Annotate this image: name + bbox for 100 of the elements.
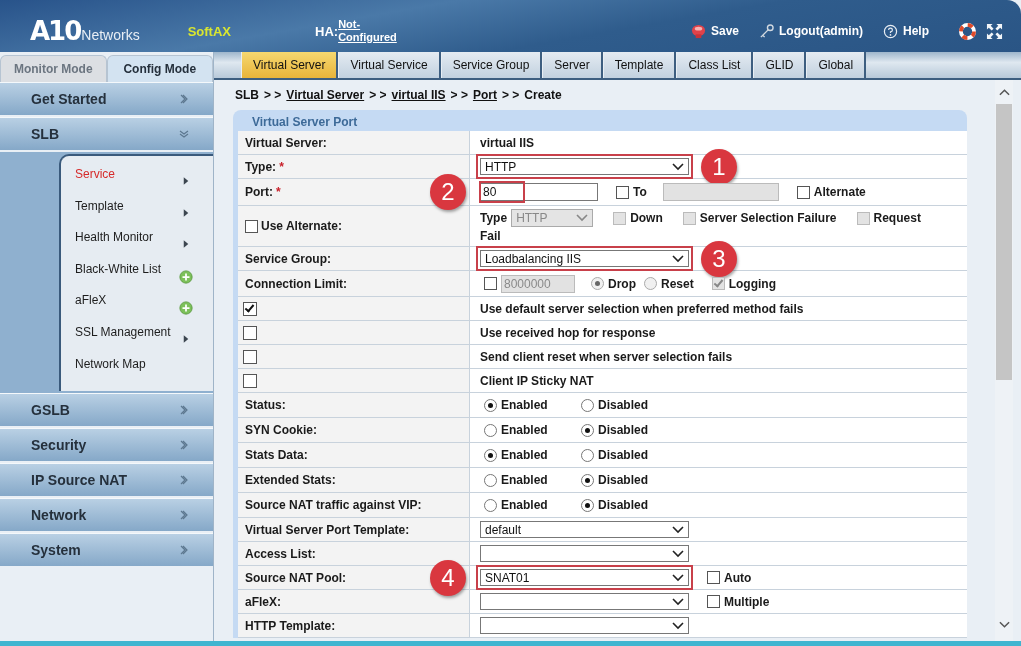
breadcrumb-separator: > > — [369, 88, 387, 102]
submenu-item[interactable]: Network Map — [75, 356, 175, 371]
tab[interactable]: Virtual Server — [241, 52, 339, 78]
ha-label: HA: — [315, 23, 339, 39]
mode-tab[interactable]: Monitor Mode — [0, 55, 107, 82]
tab[interactable]: GLID — [753, 52, 807, 78]
checkbox-label: Auto — [724, 570, 752, 585]
radio-button[interactable] — [484, 473, 497, 487]
chevron-down-icon — [179, 129, 189, 139]
fullscreen-icon[interactable] — [986, 22, 1003, 40]
radio-button[interactable] — [484, 498, 497, 512]
chevron-right-icon — [179, 94, 189, 104]
radio-button[interactable] — [484, 423, 497, 437]
submenu-item[interactable]: Health Monitor — [75, 230, 175, 245]
field-label: Access List: — [245, 546, 316, 561]
radio-label: Drop — [608, 276, 636, 291]
tab[interactable]: Class List — [676, 52, 754, 78]
checkbox[interactable] — [616, 185, 629, 199]
checkbox[interactable] — [243, 373, 257, 388]
mode-tab[interactable]: Config Mode — [106, 55, 213, 82]
tab[interactable]: Virtual Service — [338, 52, 441, 78]
caret-icon — [672, 621, 684, 630]
port-input[interactable]: 80 — [480, 183, 598, 201]
breadcrumb-link[interactable]: Port — [472, 88, 497, 102]
field-label: Status: — [245, 398, 286, 412]
radio-button[interactable] — [581, 473, 594, 487]
ha-status-link[interactable]: Not-Configured — [338, 18, 401, 44]
checkbox-label: Multiple — [724, 594, 770, 609]
checkbox[interactable] — [243, 349, 257, 364]
chevron-right-icon — [179, 545, 189, 556]
dropdown[interactable] — [480, 617, 689, 634]
chevron-right-icon — [179, 510, 189, 521]
checkbox-label: Fail — [480, 229, 502, 243]
add-icon[interactable] — [179, 269, 193, 284]
nav-item[interactable]: GSLB — [0, 393, 213, 427]
breadcrumb-separator: > > — [264, 88, 282, 102]
add-icon[interactable] — [179, 301, 193, 316]
breadcrumb-text: SLB — [235, 88, 259, 102]
checkbox[interactable] — [243, 325, 257, 340]
checkbox[interactable] — [245, 219, 258, 233]
nav-item[interactable]: SLB — [0, 117, 213, 150]
breadcrumb-text: Create — [524, 88, 562, 102]
radio-button[interactable] — [581, 498, 594, 512]
port-range-input[interactable] — [662, 183, 779, 201]
breadcrumb-link[interactable]: virtual IIS — [391, 88, 446, 102]
submenu-item[interactable]: Black-White List — [75, 261, 175, 276]
field-label: Source NAT Pool: — [245, 570, 347, 585]
field-value: virtual IIS — [480, 135, 535, 150]
radio-button[interactable] — [484, 448, 497, 462]
submenu-item[interactable]: Service — [75, 167, 175, 181]
radio-button[interactable] — [581, 423, 594, 437]
header-link[interactable]: Logout(admin) — [779, 24, 863, 38]
tab[interactable]: Service Group — [440, 52, 543, 78]
submenu-item[interactable]: aFleX — [75, 293, 175, 308]
checkbox[interactable] — [796, 185, 810, 199]
scrollbar[interactable] — [995, 80, 1013, 641]
nav-item[interactable]: Get Started — [0, 82, 213, 115]
nav-item[interactable]: System — [0, 533, 213, 567]
field-label: Extended Stats: — [245, 473, 336, 487]
submenu-item[interactable]: SSL Management — [75, 324, 175, 339]
radio-button[interactable] — [484, 398, 497, 412]
arrow-right-icon — [183, 333, 189, 344]
checkbox[interactable] — [707, 571, 720, 584]
dropdown[interactable]: default — [480, 521, 689, 538]
chevron-right-icon — [179, 405, 189, 416]
tab[interactable]: Global — [806, 52, 867, 78]
nav-item[interactable]: Network — [0, 498, 213, 532]
nav-item[interactable]: Security — [0, 428, 213, 462]
required-mark: * — [276, 185, 281, 199]
tab[interactable]: Template — [602, 52, 677, 78]
scroll-up-icon[interactable] — [998, 88, 1010, 96]
header-link[interactable]: Help — [903, 24, 929, 38]
field-label: Virtual Server: — [245, 135, 327, 150]
header-link[interactable]: Save — [710, 24, 739, 38]
nav-item[interactable]: IP Source NAT — [0, 463, 213, 497]
tab[interactable]: Server — [542, 52, 603, 78]
help-icon — [883, 23, 898, 39]
field-label: Stats Data: — [245, 448, 308, 462]
caret-icon — [672, 162, 684, 171]
scroll-thumb[interactable] — [996, 104, 1012, 380]
caret-icon — [672, 573, 684, 582]
required-mark: * — [279, 159, 284, 174]
radio-button[interactable] — [581, 448, 594, 462]
dropdown[interactable] — [480, 545, 689, 562]
checkbox[interactable] — [707, 595, 720, 608]
option-text: Use received hop for response — [480, 325, 656, 340]
radio-button[interactable] — [581, 398, 594, 412]
caret-icon — [672, 549, 684, 558]
caret-icon — [672, 597, 684, 606]
option-text: Client IP Sticky NAT — [480, 373, 594, 388]
caret-icon — [576, 214, 589, 222]
checkbox[interactable] — [243, 301, 257, 316]
scroll-down-icon[interactable] — [998, 621, 1010, 629]
breadcrumb-link[interactable]: Virtual Server — [286, 88, 365, 102]
dropdown[interactable] — [480, 593, 689, 610]
field-label: Use Alternate: — [261, 219, 342, 233]
field-label: Type — [480, 211, 508, 225]
lifebuoy-icon[interactable] — [959, 22, 976, 40]
submenu-item[interactable]: Template — [75, 198, 175, 213]
checkbox-label: Server Selection Failure — [699, 211, 837, 225]
